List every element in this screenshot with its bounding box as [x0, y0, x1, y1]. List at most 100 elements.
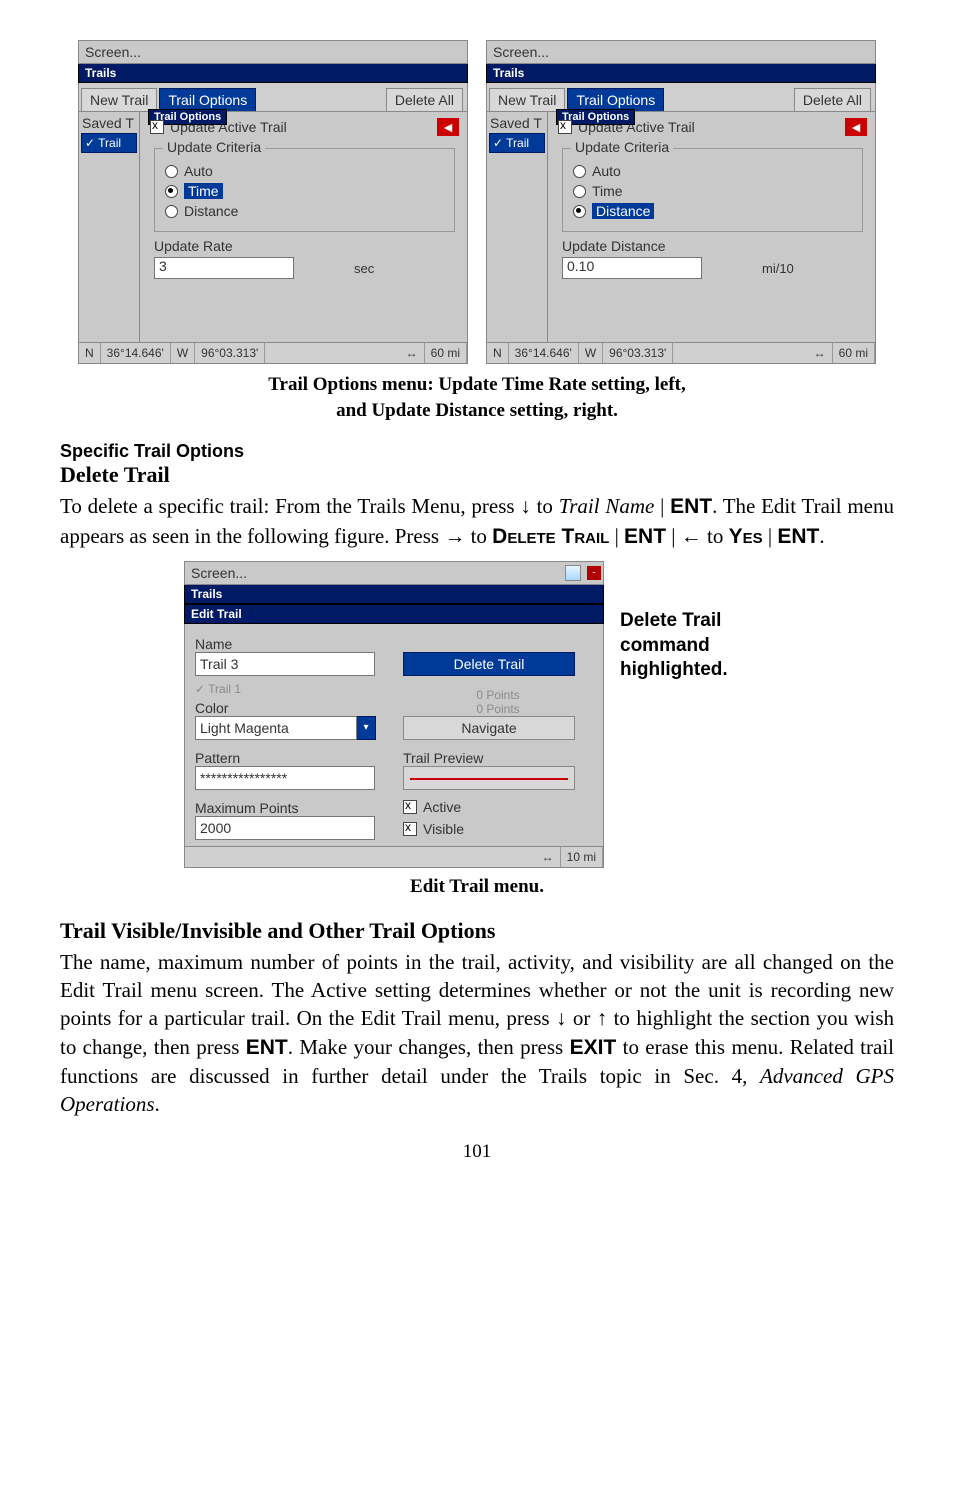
callout-delete-trail: Delete Trail command highlighted. — [620, 609, 770, 683]
figure-1-caption: Trail Options menu: Update Time Rate set… — [60, 372, 894, 423]
titlebar-text: Screen... — [79, 44, 147, 60]
update-rate-unit: sec — [354, 261, 374, 276]
delete-trail-button[interactable]: Delete Trail — [403, 652, 575, 676]
close-icon[interactable]: - — [587, 566, 601, 580]
status-bar-et: ↔ 10 mi — [184, 847, 604, 868]
pattern-input[interactable]: **************** — [195, 766, 375, 790]
heading-trail-visible: Trail Visible/Invisible and Other Trail … — [60, 918, 894, 944]
trail-chip[interactable]: ✓ Trail — [81, 133, 137, 153]
trail-chip[interactable]: ✓ Trail — [489, 133, 545, 153]
max-points-label: Maximum Points — [195, 800, 385, 816]
status-n: N — [487, 343, 509, 363]
update-distance-block: Update Distance 0.10 mi/10 — [562, 238, 863, 279]
ghost-points-2: 0 Points — [403, 702, 593, 716]
record-indicator-icon: ◄ — [845, 118, 867, 136]
saved-trails-column: Saved T ✓ Trail — [78, 112, 139, 343]
status-bar-left: N 36°14.646' W 96°03.313' ↔ 60 mi — [78, 343, 468, 364]
trail-preview-label: Trail Preview — [403, 750, 593, 766]
trails-header-left: Trails — [78, 64, 468, 83]
status-lat: 36°14.646' — [101, 343, 171, 363]
tab-row-left: New Trail Trail Options Delete All — [78, 83, 468, 112]
update-rate-label: Update Rate — [154, 238, 455, 254]
status-scale: 10 mi — [561, 847, 603, 867]
status-bar-right: N 36°14.646' W 96°03.313' ↔ 60 mi — [486, 343, 876, 364]
name-input[interactable]: Trail 3 — [195, 652, 375, 676]
tab-new-trail[interactable]: New Trail — [489, 88, 565, 111]
ghost-points-1: 0 Points — [403, 688, 593, 702]
status-n: N — [79, 343, 101, 363]
titlebar-text: Screen... — [487, 44, 555, 60]
radio-time[interactable]: Time — [165, 183, 444, 199]
update-active-checkbox[interactable] — [150, 120, 164, 134]
update-criteria-group: Update Criteria Auto Time Distance — [562, 148, 863, 232]
max-points-input[interactable]: 2000 — [195, 816, 375, 840]
navigate-button[interactable]: Navigate — [403, 716, 575, 740]
figure-2: Screen... - Trails Edit Trail Name Trail… — [60, 561, 894, 868]
tab-trail-options[interactable]: Trail Options — [159, 88, 256, 111]
edit-trail-panel: Name Trail 3 Delete Trail ✓ Trail 1 Colo… — [184, 624, 604, 847]
record-indicator-icon: ◄ — [437, 118, 459, 136]
group-legend: Update Criteria — [571, 139, 673, 155]
dropdown-icon[interactable]: ▾ — [357, 716, 376, 740]
color-label: Color — [195, 700, 385, 716]
radio-auto[interactable]: Auto — [573, 163, 852, 179]
status-lat: 36°14.646' — [509, 343, 579, 363]
tab-delete-all[interactable]: Delete All — [386, 88, 463, 111]
update-criteria-group: Update Criteria Auto Time Distance — [154, 148, 455, 232]
radio-auto[interactable]: Auto — [165, 163, 444, 179]
titlebar-et: Screen... - — [184, 561, 604, 585]
tab-row-right: New Trail Trail Options Delete All — [486, 83, 876, 112]
pattern-label: Pattern — [195, 750, 385, 766]
update-distance-input[interactable]: 0.10 — [562, 257, 702, 279]
section-specific-trail-options: Specific Trail Options — [60, 441, 894, 462]
trails-header-right: Trails — [486, 64, 876, 83]
status-arrow-icon: ↔ — [400, 343, 425, 363]
edit-trail-header: Edit Trail — [184, 604, 604, 624]
status-lon: 96°03.313' — [195, 343, 265, 363]
status-w: W — [171, 343, 195, 363]
window-indicator-icon — [565, 565, 581, 581]
saved-trails-column: Saved T ✓ Trail — [486, 112, 547, 343]
radio-distance[interactable]: Distance — [165, 203, 444, 219]
saved-label: Saved T — [487, 112, 547, 131]
update-active-checkbox[interactable] — [558, 120, 572, 134]
titlebar-text: Screen... — [185, 565, 253, 581]
figure-1: Screen... Trails New Trail Trail Options… — [60, 40, 894, 364]
heading-delete-trail: Delete Trail — [60, 462, 894, 488]
update-rate-input[interactable]: 3 — [154, 257, 294, 279]
active-checkbox[interactable]: Active — [403, 799, 593, 815]
status-lon: 96°03.313' — [603, 343, 673, 363]
titlebar-left: Screen... — [78, 40, 468, 64]
device-edit-trail: Screen... - Trails Edit Trail Name Trail… — [184, 561, 604, 868]
para-trail-visible: The name, maximum number of points in th… — [60, 948, 894, 1119]
para-delete-trail: To delete a specific trail: From the Tra… — [60, 492, 894, 551]
radio-distance[interactable]: Distance — [573, 203, 852, 219]
group-legend: Update Criteria — [163, 139, 265, 155]
status-arrow-icon: ↔ — [536, 847, 561, 867]
device-left: Screen... Trails New Trail Trail Options… — [78, 40, 468, 364]
titlebar-right: Screen... — [486, 40, 876, 64]
saved-label: Saved T — [79, 112, 139, 131]
status-scale: 60 mi — [833, 343, 875, 363]
tab-delete-all[interactable]: Delete All — [794, 88, 871, 111]
update-distance-unit: mi/10 — [762, 261, 794, 276]
tab-new-trail[interactable]: New Trail — [81, 88, 157, 111]
trails-header-et: Trails — [184, 585, 604, 604]
figure-2-caption: Edit Trail menu. — [60, 874, 894, 900]
tab-trail-options[interactable]: Trail Options — [567, 88, 664, 111]
status-arrow-icon: ↔ — [808, 343, 833, 363]
status-scale: 60 mi — [425, 343, 467, 363]
radio-time[interactable]: Time — [573, 183, 852, 199]
trail-preview — [403, 766, 575, 790]
ghost-trail-1: ✓ Trail 1 — [195, 682, 385, 696]
page-number: 101 — [60, 1141, 894, 1163]
device-right: Screen... Trails New Trail Trail Options… — [486, 40, 876, 364]
update-distance-label: Update Distance — [562, 238, 863, 254]
options-panel-left: Trail Options Update Active Trail ◄ Upda… — [139, 112, 468, 343]
status-w: W — [579, 343, 603, 363]
name-label: Name — [195, 636, 385, 652]
update-rate-block: Update Rate 3 sec — [154, 238, 455, 279]
visible-checkbox[interactable]: Visible — [403, 821, 593, 837]
options-panel-right: Trail Options Update Active Trail ◄ Upda… — [547, 112, 876, 343]
color-select[interactable]: Light Magenta — [195, 716, 357, 740]
